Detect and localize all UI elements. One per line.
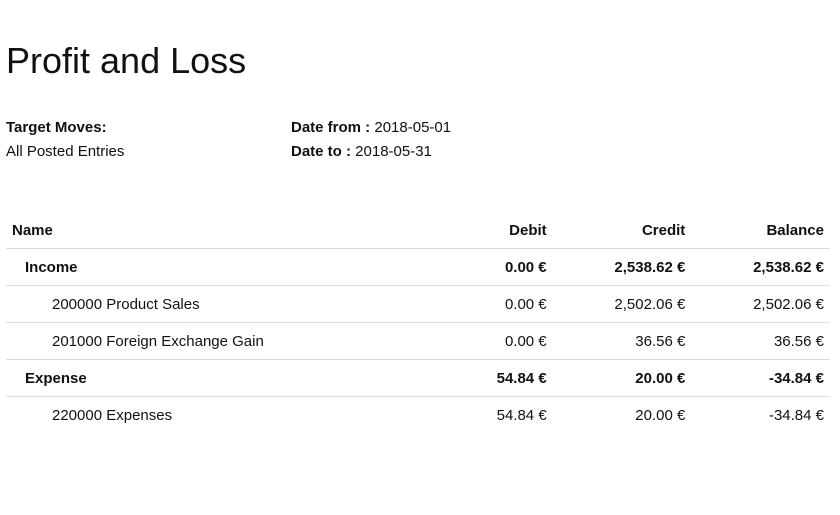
- column-header-credit: Credit: [552, 212, 692, 249]
- row-credit: 20.00 €: [552, 359, 692, 397]
- row-name: Income: [6, 248, 408, 286]
- column-header-name: Name: [6, 212, 408, 249]
- row-credit: 20.00 €: [635, 406, 686, 424]
- table-row-product-sales: 200000 Product Sales 0.00 € 2,502.06 € 2…: [6, 285, 830, 323]
- table-row-income: Income 0.00 € 2,538.62 € 2,538.62 €: [6, 248, 830, 286]
- row-balance: 36.56 €: [691, 322, 830, 360]
- row-balance: 2,538.62 €: [691, 248, 830, 286]
- row-debit: 54.84 €: [407, 359, 553, 397]
- table-row-expense: Expense 54.84 € 20.00 € -34.84 €: [6, 359, 830, 397]
- page-title: Profit and Loss: [6, 40, 247, 81]
- row-debit: 0.00 €: [407, 248, 553, 286]
- row-credit: 2,538.62 €: [552, 248, 692, 286]
- row-credit: 36.56 €: [552, 322, 692, 360]
- row-debit: 0.00 €: [407, 285, 553, 323]
- row-balance: -34.84 €: [768, 406, 824, 424]
- row-name: 220000 Expenses: [52, 406, 173, 424]
- row-credit: 2,502.06 €: [552, 285, 692, 323]
- table-row-expenses: 220000 Expenses 54.84 € 20.00 € -34.84 €: [6, 397, 830, 434]
- target-moves-label: Target Moves:: [6, 119, 107, 136]
- row-name: 201000 Foreign Exchange Gain: [6, 322, 408, 360]
- date-to-label: Date to :: [291, 143, 351, 160]
- date-from-value: 2018-05-01: [374, 119, 452, 136]
- row-name: 200000 Product Sales: [6, 285, 408, 323]
- row-name: Expense: [6, 359, 408, 397]
- target-moves-value: All Posted Entries: [6, 143, 125, 160]
- row-balance: 2,502.06 €: [691, 285, 830, 323]
- target-moves-block: Target Moves: All Posted Entries: [6, 116, 124, 164]
- row-debit: 54.84 €: [496, 406, 547, 424]
- column-header-debit: Debit: [407, 212, 553, 249]
- column-header-balance: Balance: [691, 212, 830, 249]
- date-from-label: Date from :: [291, 119, 371, 136]
- date-to-value: 2018-05-31: [355, 143, 432, 160]
- date-range-block: Date from : 2018-05-01 Date to : 2018-05…: [291, 116, 451, 164]
- row-debit: 0.00 €: [407, 322, 553, 360]
- profit-loss-table: Name Debit Credit Balance Income 0.00 € …: [6, 212, 830, 433]
- table-row-foreign-exchange-gain: 201000 Foreign Exchange Gain 0.00 € 36.5…: [6, 322, 830, 360]
- row-balance: -34.84 €: [691, 359, 830, 397]
- table-header-row: Name Debit Credit Balance: [6, 212, 830, 249]
